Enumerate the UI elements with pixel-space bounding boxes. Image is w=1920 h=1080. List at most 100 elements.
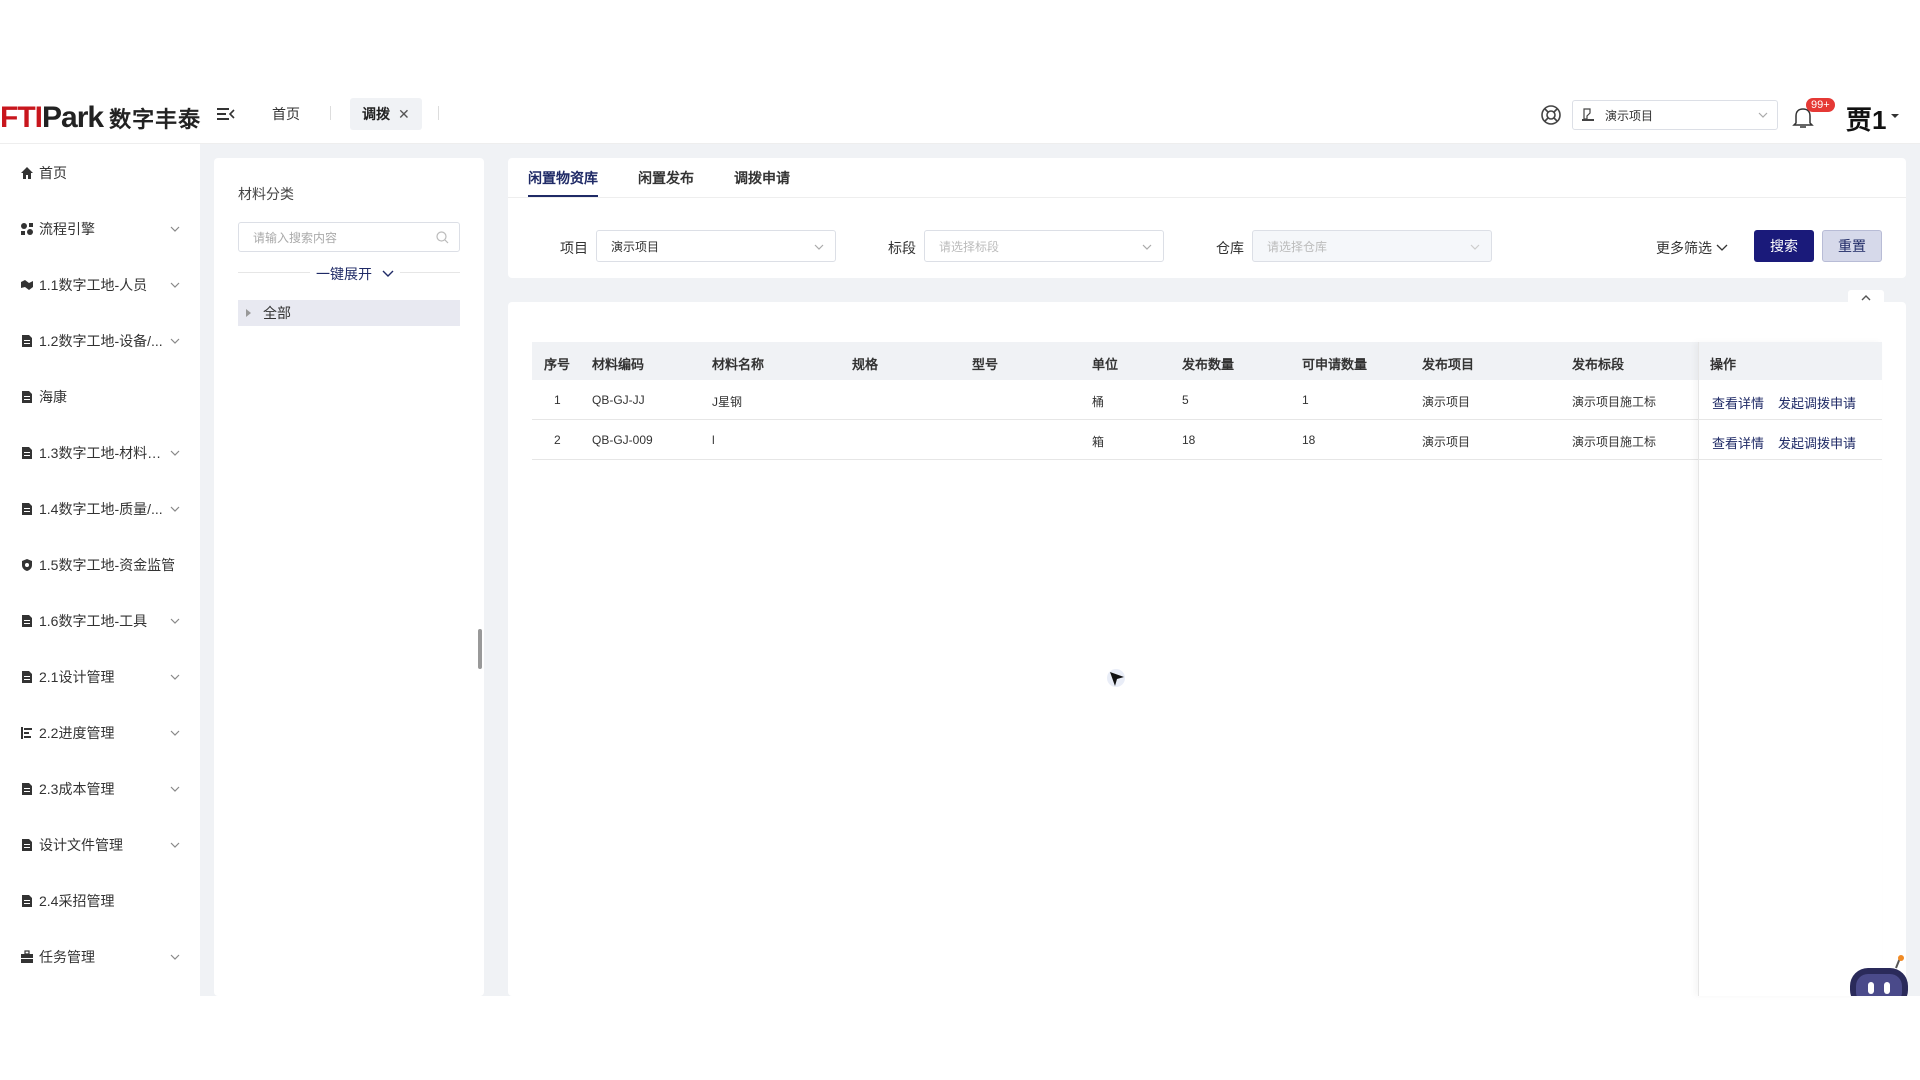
cell-available-qty: 18 (1302, 433, 1316, 447)
sidebar-item-funds[interactable]: 1.5数字工地-资金监管 (20, 554, 180, 576)
sidebar-item-hikvision[interactable]: 海康 (20, 386, 180, 408)
active-tab-indicator (528, 195, 598, 197)
top-header: FTI Park 数字丰泰 首页 调拨 ✕ 演示项目 99+ 贾1 (0, 98, 1920, 144)
sidebar-item-label: 2.3成本管理 (39, 781, 115, 797)
warehouse-filter-placeholder: 请选择仓库 (1267, 239, 1328, 254)
sidebar-item-schedule[interactable]: 2.2进度管理 (20, 722, 180, 744)
chevron-down-icon (1716, 244, 1728, 251)
document-icon (22, 503, 32, 515)
sidebar-item-label: 首页 (39, 165, 67, 181)
sidebar-item-design-files[interactable]: 设计文件管理 (20, 834, 180, 856)
caret-right-icon[interactable] (246, 309, 251, 317)
handshake-icon (21, 280, 33, 290)
cell-unit: 桶 (1092, 395, 1105, 409)
home-icon (21, 167, 33, 179)
chevron-down-icon (814, 244, 824, 250)
chevron-down-icon (382, 270, 394, 277)
sidebar-item-label: 1.4数字工地-质量/... (39, 501, 163, 517)
column-header: 发布标段 (1572, 357, 1625, 372)
close-icon[interactable]: ✕ (398, 106, 410, 123)
tab-home[interactable]: 首页 (272, 104, 300, 124)
more-filter-label: 更多筛选 (1656, 240, 1712, 256)
document-icon (22, 391, 32, 403)
tab-transfer-request[interactable]: 调拨申请 (734, 168, 790, 188)
project-icon (1582, 108, 1594, 121)
cell-index: 2 (554, 433, 561, 447)
table-header: 序号 材料编码 材料名称 规格 型号 单位 发布数量 可申请数量 发布项目 发布… (532, 342, 1882, 380)
user-name[interactable]: 贾1 (1846, 100, 1886, 137)
chevron-down-icon (170, 954, 180, 960)
sidebar: 首页 流程引擎 1.1数字工地-人员 1.2数字工地-设备/... 海康 1.3… (0, 144, 200, 996)
tree-node-all[interactable]: 全部 (238, 300, 460, 326)
chevron-down-icon (170, 506, 180, 512)
sidebar-item-cost[interactable]: 2.3成本管理 (20, 778, 180, 800)
sidebar-item-materials[interactable]: 1.3数字工地-材料【... (20, 442, 180, 464)
cell-available-qty: 1 (1302, 393, 1309, 407)
project-filter-select[interactable]: 演示项目 (596, 230, 836, 262)
logo-cn: 数字丰泰 (109, 108, 202, 133)
column-header: 发布项目 (1422, 357, 1475, 372)
sidebar-item-procurement[interactable]: 2.4采招管理 (20, 890, 180, 912)
sidebar-item-home[interactable]: 首页 (20, 162, 180, 184)
chevron-down-icon (170, 618, 180, 624)
content-tabs: 闲置物资库 闲置发布 调拨申请 (508, 158, 1906, 198)
sidebar-item-label: 1.3数字工地-材料【... (39, 445, 169, 461)
tab-transfer-label: 调拨 (362, 106, 390, 122)
help-icon[interactable] (1540, 104, 1562, 126)
project-select[interactable]: 演示项目 (1572, 100, 1778, 130)
mouse-cursor-icon (1107, 669, 1125, 687)
caret-down-icon[interactable] (1890, 112, 1900, 120)
cell-index: 1 (554, 393, 561, 407)
chevron-down-icon (1470, 244, 1480, 250)
sidebar-item-label: 2.1设计管理 (39, 669, 115, 685)
cell-project: 演示项目 (1422, 435, 1471, 449)
tab-idle-publish[interactable]: 闲置发布 (638, 168, 694, 188)
expand-all-button[interactable]: 一键展开 (310, 264, 400, 284)
column-header: 单位 (1092, 357, 1119, 372)
expand-all-label: 一键展开 (316, 266, 372, 282)
document-icon (22, 839, 32, 851)
cell-project: 演示项目 (1422, 395, 1471, 409)
sidebar-item-tasks[interactable]: 任务管理 (20, 946, 180, 968)
search-icon[interactable] (436, 231, 449, 244)
brand-logo[interactable]: FTI Park 数字丰泰 (0, 100, 201, 136)
cell-unit: 箱 (1092, 435, 1105, 449)
workflow-icon (21, 223, 33, 235)
table-row: 2 QB-GJ-009 l 箱 18 18 演示项目 演示项目施工标 查看详情 … (532, 420, 1882, 460)
chevron-down-icon (170, 674, 180, 680)
document-icon (22, 335, 32, 347)
section-filter-select[interactable]: 请选择标段 (924, 230, 1164, 262)
sidebar-item-label: 1.2数字工地-设备/... (39, 333, 163, 349)
sidebar-item-tools[interactable]: 1.6数字工地-工具 (20, 610, 180, 632)
category-search-input[interactable]: 请输入搜索内容 (238, 222, 460, 252)
chevron-down-icon (1142, 244, 1152, 250)
column-header: 型号 (972, 357, 999, 372)
tab-separator (438, 106, 439, 120)
sidebar-item-quality[interactable]: 1.4数字工地-质量/... (20, 498, 180, 520)
sidebar-item-equipment[interactable]: 1.2数字工地-设备/... (20, 330, 180, 352)
assistant-robot-icon[interactable] (1846, 954, 1912, 996)
cell-name: l (712, 433, 715, 447)
sidebar-item-design[interactable]: 2.1设计管理 (20, 666, 180, 688)
sidebar-item-label: 流程引擎 (39, 221, 95, 237)
sidebar-item-workflow[interactable]: 流程引擎 (20, 218, 180, 240)
chevron-down-icon (170, 730, 180, 736)
chevron-down-icon (1758, 112, 1768, 118)
tab-transfer[interactable]: 调拨 ✕ (350, 98, 422, 130)
reset-button[interactable]: 重置 (1822, 230, 1882, 262)
panel-resize-handle[interactable] (478, 629, 482, 669)
chevron-down-icon (170, 842, 180, 848)
menu-fold-icon[interactable] (216, 104, 236, 124)
project-select-value: 演示项目 (1605, 108, 1654, 123)
document-icon (22, 895, 32, 907)
sidebar-item-personnel[interactable]: 1.1数字工地-人员 (20, 274, 180, 296)
warehouse-filter-select[interactable]: 请选择仓库 (1252, 230, 1492, 262)
sidebar-item-label: 1.6数字工地-工具 (39, 613, 148, 629)
column-header: 可申请数量 (1302, 357, 1368, 372)
document-icon (22, 447, 32, 459)
chevron-down-icon (170, 450, 180, 456)
more-filter-button[interactable]: 更多筛选 (1656, 238, 1728, 258)
tab-idle-materials[interactable]: 闲置物资库 (528, 168, 598, 188)
search-button[interactable]: 搜索 (1754, 230, 1814, 262)
cell-section: 演示项目施工标 (1572, 435, 1657, 449)
